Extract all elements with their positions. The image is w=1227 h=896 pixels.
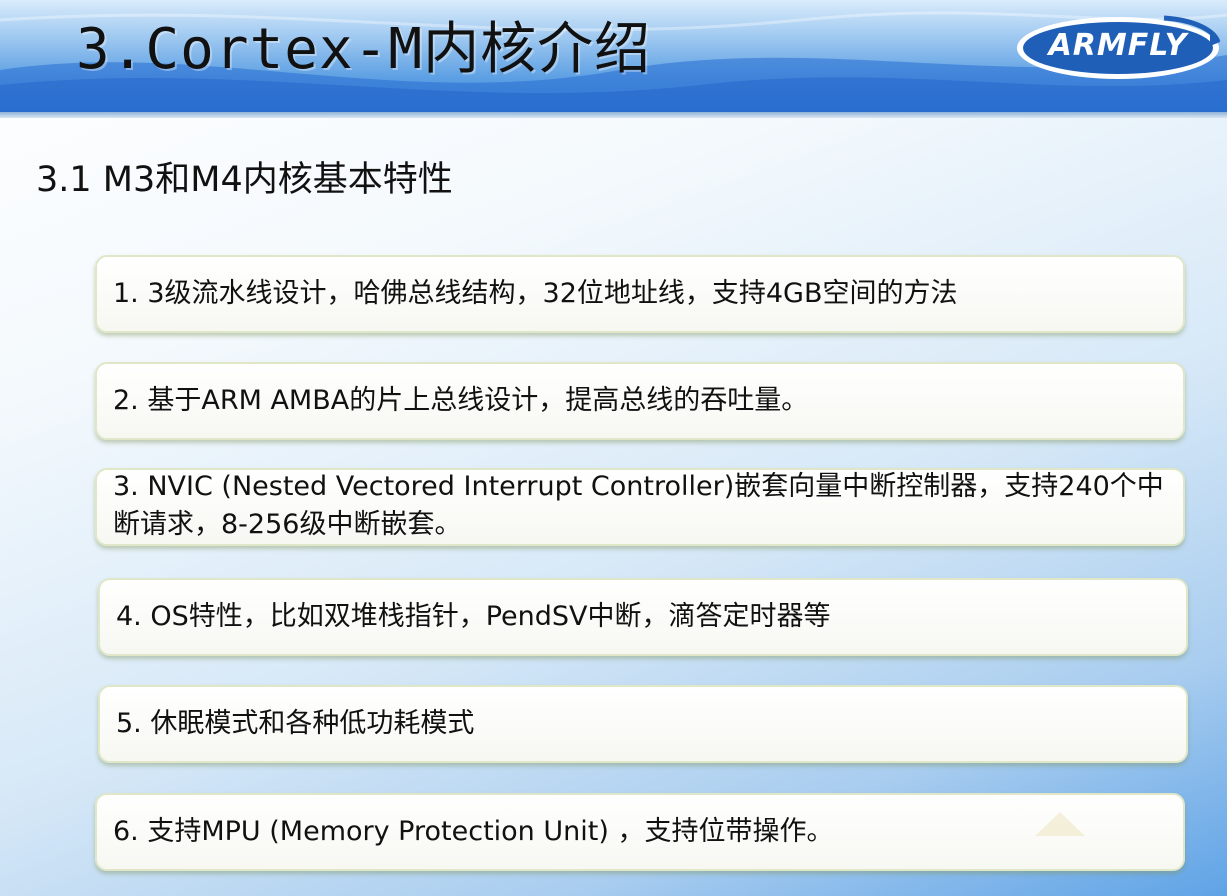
feature-text: 4. OS特性，比如双堆栈指针，PendSV中断，滴答定时器等	[116, 601, 831, 632]
feature-text: 6. 支持MPU (Memory Protection Unit) ，支持位带操…	[113, 816, 834, 847]
feature-item-1: 1. 3级流水线设计，哈佛总线结构，32位地址线，支持4GB空间的方法	[95, 255, 1185, 333]
feature-item-2: 2. 基于ARM AMBA的片上总线设计，提高总线的吞吐量。	[95, 362, 1185, 440]
section-heading: 3.1 M3和M4内核基本特性	[36, 160, 453, 200]
feature-text: 3. NVIC (Nested Vectored Interrupt Contr…	[113, 471, 1164, 540]
feature-item-4: 4. OS特性，比如双堆栈指针，PendSV中断，滴答定时器等	[98, 578, 1188, 656]
feature-text: 5. 休眠模式和各种低功耗模式	[116, 708, 475, 739]
armfly-logo: ARMFLY	[1014, 12, 1222, 82]
header-divider	[0, 112, 1227, 118]
feature-item-3: 3. NVIC (Nested Vectored Interrupt Contr…	[95, 468, 1185, 546]
logo-text: ARMFLY	[1048, 28, 1188, 63]
feature-text: 2. 基于ARM AMBA的片上总线设计，提高总线的吞吐量。	[113, 385, 809, 416]
feature-item-6: 6. 支持MPU (Memory Protection Unit) ，支持位带操…	[95, 793, 1185, 871]
slide-title: 3.Cortex-M内核介绍	[76, 17, 652, 82]
triangle-watermark-icon	[1035, 812, 1085, 836]
feature-text: 1. 3级流水线设计，哈佛总线结构，32位地址线，支持4GB空间的方法	[113, 278, 958, 309]
feature-item-5: 5. 休眠模式和各种低功耗模式	[98, 685, 1188, 763]
